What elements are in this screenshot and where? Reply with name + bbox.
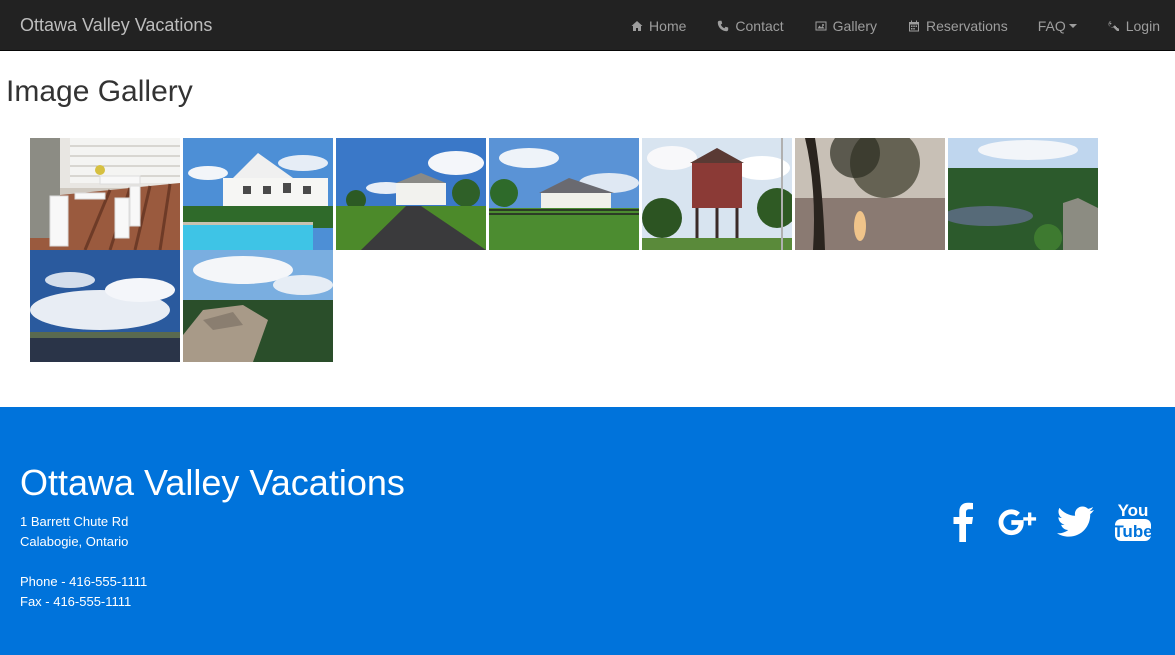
nav-faq-label: FAQ [1037, 17, 1066, 34]
calendar-icon [907, 19, 921, 33]
nav-login-label: Login [1125, 17, 1160, 34]
address-line-2: Calabogie, Ontario [20, 534, 129, 549]
address-line-1: 1 Barrett Chute Rd [20, 514, 129, 529]
gallery-image-ranch[interactable] [489, 138, 639, 250]
gallery-image-driveway[interactable] [336, 138, 486, 250]
nav-login[interactable]: Login [1092, 0, 1175, 51]
youtube-text-top: You [1118, 501, 1149, 520]
image-icon [814, 19, 828, 33]
gallery-image-lake-sunset[interactable] [795, 138, 945, 250]
gallery-image-rock-outcrop[interactable] [183, 250, 333, 362]
page-title: Image Gallery [6, 75, 193, 108]
gallery-image-house-pool[interactable] [183, 138, 333, 250]
youtube-text-bottom: Tube [1113, 522, 1152, 541]
twitter-icon[interactable] [1056, 499, 1096, 545]
nav-reservations-label: Reservations [926, 17, 1008, 34]
brand-link[interactable]: Ottawa Valley Vacations [20, 15, 212, 36]
image-gallery [30, 138, 1110, 362]
nav-gallery-label: Gallery [832, 17, 878, 34]
gallery-image-porch[interactable] [30, 138, 180, 250]
nav-reservations[interactable]: Reservations [892, 0, 1023, 51]
phone-icon [716, 19, 730, 33]
nav-gallery[interactable]: Gallery [799, 0, 892, 51]
phone-text: Phone - 416-555-1111 [20, 574, 148, 589]
nav-menu: Home Contact Gallery Reservations FAQ Lo… [615, 0, 1175, 51]
nav-faq-dropdown[interactable]: FAQ [1023, 0, 1092, 51]
footer: Ottawa Valley Vacations 1 Barrett Chute … [0, 407, 1175, 655]
gallery-image-water-tower[interactable] [642, 138, 792, 250]
fax-text: Fax - 416-555-1111 [20, 594, 132, 609]
youtube-icon[interactable]: You Tube [1113, 499, 1153, 545]
nav-contact[interactable]: Contact [701, 0, 798, 51]
key-icon [1107, 19, 1121, 33]
footer-title: Ottawa Valley Vacations [20, 462, 405, 503]
gallery-image-lake-clouds[interactable] [30, 250, 180, 362]
home-icon [630, 19, 644, 33]
google-plus-icon[interactable] [998, 499, 1038, 545]
navbar: Ottawa Valley Vacations Home Contact Gal… [0, 0, 1175, 51]
nav-home[interactable]: Home [615, 0, 701, 51]
gallery-image-forest-valley[interactable] [948, 138, 1098, 250]
nav-contact-label: Contact [735, 17, 784, 34]
nav-home-label: Home [649, 17, 687, 34]
chevron-down-icon [1068, 23, 1077, 28]
facebook-icon[interactable] [943, 499, 983, 545]
